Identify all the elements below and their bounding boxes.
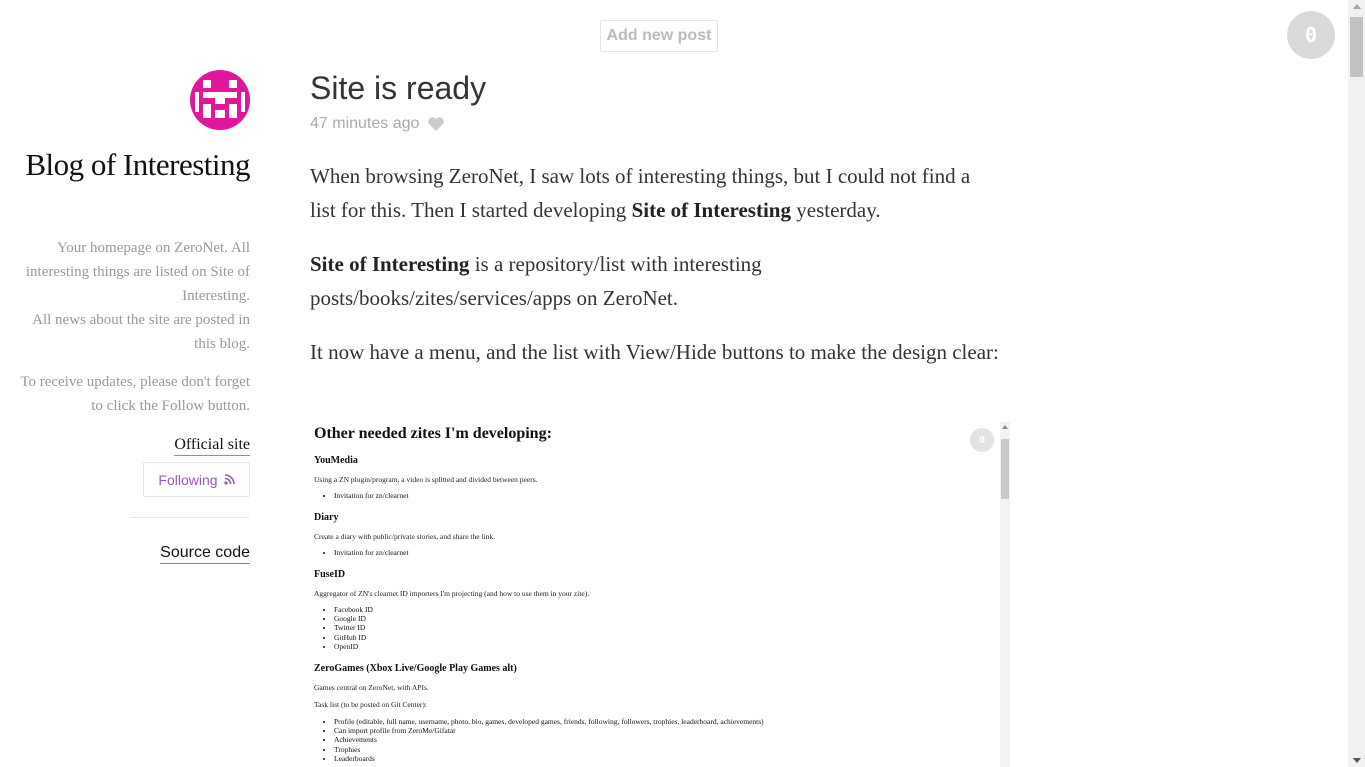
screenshot-scroll-up-icon [1002, 425, 1008, 429]
window-scrollbar[interactable] [1348, 0, 1365, 767]
list-item: Trophies [334, 745, 764, 754]
list-item: OpenID [334, 642, 373, 651]
screenshot-badge: 0 [970, 428, 994, 452]
list-item: Facebook ID [334, 605, 373, 614]
official-site-link[interactable]: Official site [174, 436, 250, 456]
follow-label: Following [158, 471, 218, 488]
list-item: Profile (editable, full name, username, … [334, 717, 764, 726]
list-item: Twitter ID [334, 623, 373, 632]
section-list: Invitation for zn/clearnet [314, 548, 409, 557]
section-list: Invitation for zn/clearnet [314, 491, 409, 500]
section-title: Diary [314, 512, 339, 523]
blog-title[interactable]: Blog of Interesting [20, 146, 250, 184]
list-item: Invitation for zn/clearnet [334, 548, 409, 557]
scroll-down-icon[interactable] [1353, 758, 1361, 763]
description-line: All news about the site are posted in th… [32, 312, 250, 352]
heart-icon[interactable] [427, 116, 445, 132]
scroll-up-icon[interactable] [1353, 4, 1361, 9]
section-list: Profile (editable, full name, username, … [314, 717, 764, 763]
add-new-post-button[interactable]: Add new post [600, 20, 718, 52]
section-desc: Using a ZN plugin/program, a video is sp… [314, 475, 538, 484]
notification-badge[interactable]: 0 [1287, 11, 1335, 59]
section-title: FuseID [314, 569, 346, 580]
section-desc: Create a diary with public/private stori… [314, 532, 495, 541]
screenshot-scroll-thumb [1001, 439, 1009, 499]
post-screenshot: Other needed zites I'm developing: YouMe… [310, 422, 1010, 767]
blog-avatar[interactable] [190, 70, 250, 130]
scrollbar-thumb[interactable] [1350, 17, 1363, 77]
bold-run: Site of Interesting [631, 198, 791, 222]
list-item: GitHub ID [334, 633, 373, 642]
follow-button[interactable]: Following [143, 462, 250, 497]
screenshot-heading: Other needed zites I'm developing: [314, 425, 552, 442]
list-item: Can import profile from ZeroMe/Gifatar [334, 726, 764, 735]
bold-run: Site of Interesting [310, 252, 470, 276]
text-run: yesterday. [791, 198, 881, 222]
screenshot-scrollbar [1000, 422, 1010, 767]
follow-note: To receive updates, please don't forget … [20, 374, 250, 414]
section-desc: Games central on ZeroNet, with APIs. [314, 683, 429, 692]
list-item: Google ID [334, 614, 373, 623]
section-title: ZeroGames (Xbox Live/Google Play Games a… [314, 663, 517, 674]
section-desc: Task list (to be posted on Git Center): [314, 700, 427, 709]
section-title: YouMedia [314, 455, 358, 466]
section-list: Facebook ID Google ID Twitter ID GitHub … [314, 605, 373, 651]
list-item: Leaderboards [334, 754, 764, 763]
post-paragraph: Site of Interesting is a repository/list… [310, 247, 1000, 315]
post-meta: 47 minutes ago [310, 115, 445, 133]
description-line: Your homepage on ZeroNet. All interestin… [25, 240, 250, 304]
post-paragraph: When browsing ZeroNet, I saw lots of int… [310, 159, 1000, 227]
post-paragraph: It now have a menu, and the list with Vi… [310, 340, 999, 364]
rss-icon [223, 474, 235, 485]
source-code-link[interactable]: Source code [160, 544, 250, 564]
list-item: Achievements [334, 735, 764, 744]
blog-description: Your homepage on ZeroNet. All interestin… [20, 236, 250, 356]
section-desc: Aggregator of ZN's clearnet ID importers… [314, 589, 590, 598]
sidebar-divider [130, 517, 250, 518]
list-item: Invitation for zn/clearnet [334, 491, 409, 500]
post-title[interactable]: Site is ready [310, 70, 486, 107]
post-time: 47 minutes ago [310, 115, 420, 132]
